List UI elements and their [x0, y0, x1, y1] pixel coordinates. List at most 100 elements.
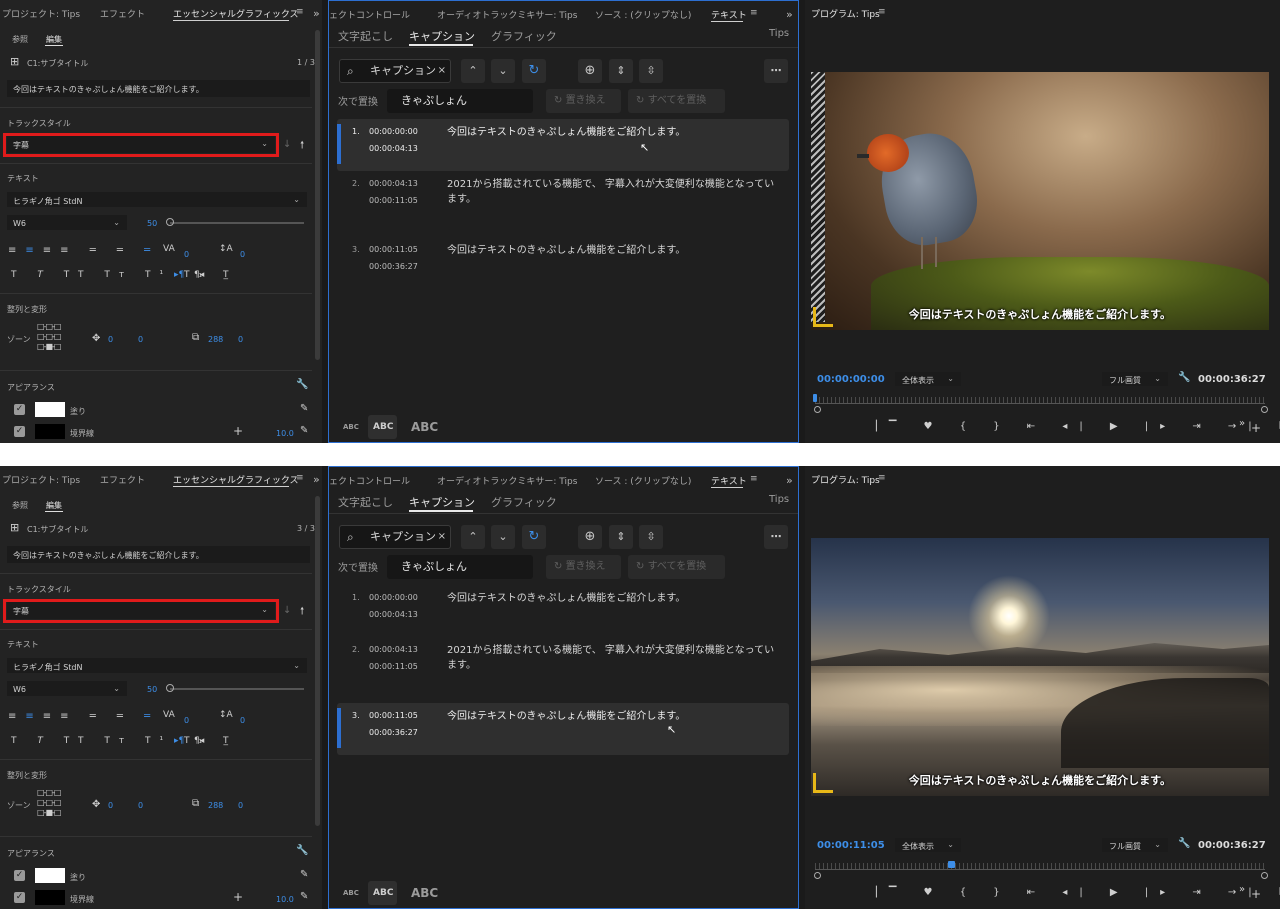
caption-text[interactable]: 2021から搭載されている機能で、 字幕入れが大変便利な機能となっています。	[447, 177, 782, 207]
panel-menu-icon[interactable]: ≡	[750, 474, 758, 484]
add-icon[interactable]: ⊕	[578, 525, 602, 549]
scale-y[interactable]: 0	[238, 335, 243, 344]
font-size-value[interactable]: 50	[147, 685, 157, 694]
fill-checkbox[interactable]: ✓	[14, 404, 25, 415]
quality-dropdown[interactable]: フル画質 ⌄	[1102, 838, 1168, 852]
kerning-value[interactable]: 0	[184, 250, 189, 259]
scrollbar[interactable]	[315, 30, 320, 360]
more-tabs-icon[interactable]: »	[313, 7, 320, 20]
fit-dropdown[interactable]: 全体表示 ⌄	[895, 372, 961, 386]
text-size-large-button[interactable]: ABC	[411, 886, 438, 900]
font-dropdown[interactable]: ヒラギノ角ゴ StdN ⌄	[7, 658, 307, 673]
caption-in[interactable]: 00:00:00:00	[369, 127, 418, 136]
tab-captions[interactable]: キャプション	[409, 494, 475, 510]
stroke-swatch[interactable]	[35, 890, 65, 905]
caption-in[interactable]: 00:00:11:05	[369, 245, 418, 254]
font-size-slider-track[interactable]	[170, 222, 304, 224]
time-ruler[interactable]	[815, 863, 1265, 873]
caption-out[interactable]: 00:00:11:05	[369, 196, 418, 205]
panel-menu-icon[interactable]: ≡	[296, 7, 304, 17]
tab-transcript[interactable]: 文字起こし	[338, 494, 393, 510]
search-input[interactable]: ⌕ キャプション ×	[339, 59, 451, 83]
leading-value[interactable]: 0	[240, 716, 245, 725]
caption-out[interactable]: 00:00:04:13	[369, 144, 418, 153]
tab-essential-graphics[interactable]: エッセンシャルグラフィックス	[173, 473, 299, 486]
tab-program[interactable]: プログラム: Tips	[811, 7, 880, 20]
replace-button[interactable]: ↻ 置き換え	[546, 555, 621, 579]
tab-effect-controls[interactable]: ェクトコントロール	[329, 474, 410, 487]
split-icon[interactable]: ⇳	[639, 525, 663, 549]
merge-icon[interactable]: ⇕	[609, 525, 633, 549]
more-tabs-icon[interactable]: »	[786, 8, 793, 21]
panel-menu-icon[interactable]: ≡	[296, 473, 304, 483]
font-size-slider-thumb[interactable]	[166, 218, 174, 226]
stroke-width[interactable]: 10.0	[276, 895, 294, 904]
tab-text[interactable]: テキスト	[711, 474, 747, 487]
position-x[interactable]: 0	[108, 335, 113, 344]
zone-grid-icon[interactable]: □-□-□ □-□-□ □-■-□	[37, 788, 61, 818]
caption-row[interactable]: 2. 00:00:04:13 00:00:11:05 2021から搭載されている…	[337, 171, 789, 223]
sync-icon[interactable]: ↻	[522, 525, 546, 549]
font-dropdown[interactable]: ヒラギノ角ゴ StdN ⌄	[7, 192, 307, 207]
text-size-large-button[interactable]: ABC	[411, 420, 438, 434]
replace-button[interactable]: ↻ 置き換え	[546, 89, 621, 113]
scale-x[interactable]: 288	[208, 801, 223, 810]
transport-controls[interactable]: ▕▔ ♥ { } ⇤ ◂| ▶ |▸ ⇥ →| ⎘ ⎗ ◙	[869, 421, 1280, 432]
font-size-slider-track[interactable]	[170, 688, 304, 690]
caption-row[interactable]: 2. 00:00:04:13 00:00:11:05 2021から搭載されている…	[337, 637, 789, 689]
caption-in[interactable]: 00:00:00:00	[369, 593, 418, 602]
chevron-up-icon[interactable]: ⌃	[461, 59, 485, 83]
text-size-medium-button[interactable]: ABC	[373, 422, 393, 432]
split-icon[interactable]: ⇳	[639, 59, 663, 83]
replace-all-button[interactable]: ↻ すべてを置換	[628, 89, 725, 113]
playhead[interactable]	[948, 861, 955, 868]
chevron-down-icon[interactable]: ⌄	[491, 59, 515, 83]
quality-dropdown[interactable]: フル画質 ⌄	[1102, 372, 1168, 386]
replace-all-button[interactable]: ↻ すべてを置換	[628, 555, 725, 579]
font-size-value[interactable]: 50	[147, 219, 157, 228]
tab-effects[interactable]: エフェクト	[100, 473, 145, 486]
panel-divider[interactable]	[322, 0, 328, 443]
more-icon[interactable]: ⋯	[764, 59, 788, 83]
zoom-handle-left[interactable]	[814, 406, 821, 413]
tab-captions[interactable]: キャプション	[409, 28, 475, 44]
align-buttons[interactable]: ≡≡≡≡ ═ ═ ═	[8, 711, 159, 722]
merge-icon[interactable]: ⇕	[609, 59, 633, 83]
caption-out[interactable]: 00:00:36:27	[369, 728, 418, 737]
zoom-handle-right[interactable]	[1261, 872, 1268, 879]
tab-browse[interactable]: 参照	[12, 34, 28, 45]
wrench-icon[interactable]: 🔧	[296, 845, 308, 856]
chevron-down-icon[interactable]: ⌄	[491, 525, 515, 549]
zoom-handle-right[interactable]	[1261, 406, 1268, 413]
leading-value[interactable]: 0	[240, 250, 245, 259]
replace-input[interactable]: きゃぷしょん	[387, 555, 533, 579]
panel-menu-icon[interactable]: ≡	[878, 7, 886, 17]
tab-edit[interactable]: 編集	[46, 500, 62, 511]
ltr-icon[interactable]: ▸¶	[174, 270, 184, 280]
tab-edit[interactable]: 編集	[46, 34, 62, 45]
caption-row[interactable]: 1. 00:00:00:00 00:00:04:13 今回はテキストのきゃぷしょ…	[337, 119, 789, 171]
panel-divider[interactable]	[799, 0, 805, 443]
text-size-small-button[interactable]: ABC	[343, 889, 359, 897]
panel-divider[interactable]	[799, 466, 805, 909]
current-timecode[interactable]: 00:00:11:05	[817, 840, 885, 851]
close-icon[interactable]: ×	[438, 526, 446, 548]
weight-dropdown[interactable]: W6 ⌄	[7, 681, 127, 696]
chevron-up-icon[interactable]: ⌃	[461, 525, 485, 549]
more-controls-icon[interactable]: »	[1239, 418, 1245, 429]
tab-source[interactable]: ソース : (クリップなし)	[595, 8, 691, 21]
text-size-small-button[interactable]: ABC	[343, 423, 359, 431]
fill-swatch[interactable]	[35, 402, 65, 417]
wrench-icon[interactable]: 🔧	[296, 379, 308, 390]
more-tabs-icon[interactable]: »	[786, 474, 793, 487]
more-icon[interactable]: ⋯	[764, 525, 788, 549]
add-icon[interactable]: +	[233, 890, 243, 904]
caption-text[interactable]: 今回はテキストのきゃぷしょん機能をご紹介します。	[447, 243, 782, 258]
position-y[interactable]: 0	[138, 335, 143, 344]
panel-divider[interactable]	[322, 466, 328, 909]
caption-text[interactable]: 今回はテキストのきゃぷしょん機能をご紹介します。	[447, 125, 782, 140]
close-icon[interactable]: ×	[438, 60, 446, 82]
caption-in[interactable]: 00:00:11:05	[369, 711, 418, 720]
caption-in[interactable]: 00:00:04:13	[369, 645, 418, 654]
wrench-icon[interactable]: 🔧	[1178, 838, 1190, 849]
